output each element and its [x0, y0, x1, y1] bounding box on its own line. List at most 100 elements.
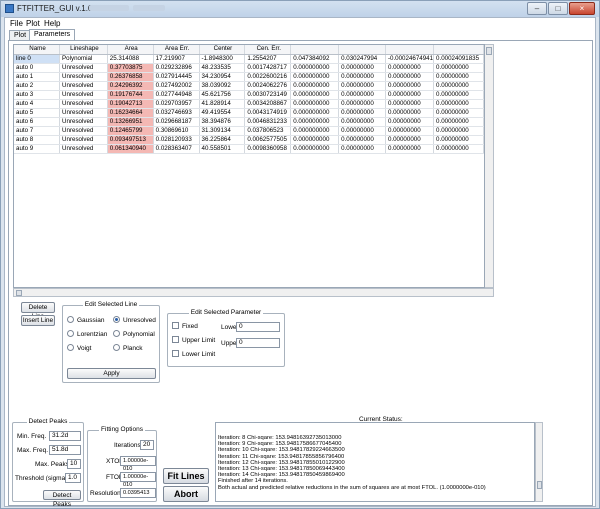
- table-cell[interactable]: auto 2: [14, 81, 61, 91]
- table-cell[interactable]: 0.032746693: [153, 108, 200, 118]
- status-scrollbar[interactable]: [535, 422, 543, 502]
- table-cell[interactable]: Unresolved: [59, 126, 108, 136]
- table-vertical-scrollbar[interactable]: [485, 44, 494, 288]
- table-cell[interactable]: 0.0017428717: [244, 63, 292, 73]
- table-cell[interactable]: auto 8: [14, 135, 61, 145]
- insert-line-button[interactable]: Insert Line: [21, 315, 55, 326]
- table-cell[interactable]: Unresolved: [59, 63, 108, 73]
- apply-button[interactable]: Apply: [67, 368, 156, 379]
- table-cell[interactable]: auto 0: [14, 63, 61, 73]
- radio-voigt[interactable]: Voigt: [67, 344, 91, 352]
- max-peaks-input[interactable]: 10: [67, 459, 81, 469]
- table-cell[interactable]: 0.0098360958: [244, 144, 292, 154]
- scroll-thumb[interactable]: [16, 290, 22, 296]
- table-cell[interactable]: -1.8948300: [199, 54, 246, 64]
- table-cell[interactable]: 0.037806523: [244, 126, 292, 136]
- radio-polynomial[interactable]: Polynomial: [113, 330, 155, 338]
- table-cell[interactable]: Unresolved: [59, 81, 108, 91]
- title-bar[interactable]: FTFITTER_GUI v.1.0 – □ ×: [1, 1, 599, 17]
- table-row[interactable]: line 0 Polynomial 25.314088 17.219907 -1.894…: [14, 54, 484, 64]
- minimize-button[interactable]: –: [527, 2, 547, 15]
- table-cell[interactable]: 0.00000000: [338, 108, 386, 118]
- radio-gaussian[interactable]: Gaussian: [67, 316, 104, 324]
- lower-limit-checkbox[interactable]: Lower Limit: [172, 350, 215, 358]
- table-cell[interactable]: 0.00000000: [385, 135, 435, 145]
- table-cell[interactable]: 49.419554: [199, 108, 246, 118]
- table-cell[interactable]: 0.00000000: [433, 90, 484, 100]
- table-cell[interactable]: 36.225864: [199, 135, 246, 145]
- fixed-checkbox[interactable]: Fixed: [172, 322, 198, 330]
- table-cell[interactable]: 0.0022600216: [244, 72, 292, 82]
- table-cell[interactable]: Unresolved: [59, 144, 108, 154]
- table-cell[interactable]: 0.0043174919: [244, 108, 292, 118]
- table-cell[interactable]: 0.028120933: [153, 135, 200, 145]
- table-cell[interactable]: 0.030247994: [338, 54, 386, 64]
- table-cell[interactable]: Unresolved: [59, 90, 108, 100]
- table-row[interactable]: auto 4 Unresolved 0.19042713 0.029703957 41.…: [14, 99, 484, 109]
- table-cell[interactable]: auto 6: [14, 117, 61, 127]
- radio-lorentzian[interactable]: Lorentzian: [67, 330, 107, 338]
- table-cell[interactable]: 0.061340940: [107, 144, 154, 154]
- table-cell[interactable]: 31.309134: [199, 126, 246, 136]
- table-cell[interactable]: 0.047384092: [290, 54, 340, 64]
- ftol-input[interactable]: 1.00000e-010: [120, 472, 156, 488]
- table-cell[interactable]: 0.30869610: [153, 126, 200, 136]
- column-header[interactable]: Center: [199, 45, 246, 55]
- fit-lines-button[interactable]: Fit Lines: [163, 468, 209, 484]
- table-cell[interactable]: auto 5: [14, 108, 61, 118]
- table-cell[interactable]: 0.12465799: [107, 126, 154, 136]
- delete-line-button[interactable]: Delete Line: [21, 302, 55, 320]
- table-cell[interactable]: 0.027914445: [153, 72, 200, 82]
- table-cell[interactable]: 0.00000000: [338, 99, 386, 109]
- iterations-input[interactable]: 20: [140, 440, 154, 450]
- abort-button[interactable]: Abort: [163, 486, 209, 502]
- table-row[interactable]: auto 5 Unresolved 0.16234664 0.032746693 49.…: [14, 108, 484, 118]
- table-cell[interactable]: 0.00000000: [385, 72, 435, 82]
- table-cell[interactable]: 0.0046831233: [244, 117, 292, 127]
- column-header[interactable]: Name: [14, 45, 61, 55]
- table-cell[interactable]: 1.2554207: [244, 54, 292, 64]
- table-cell[interactable]: Polynomial: [59, 54, 108, 64]
- table-cell[interactable]: 0.027744948: [153, 90, 200, 100]
- table-cell[interactable]: 0.00000000: [385, 144, 435, 154]
- detect-peaks-button[interactable]: Detect Peaks: [43, 490, 81, 508]
- close-button[interactable]: ×: [569, 2, 595, 15]
- table-cell[interactable]: 0.000000000: [290, 72, 340, 82]
- maximize-button[interactable]: □: [548, 2, 568, 15]
- table-cell[interactable]: 0.027492002: [153, 81, 200, 91]
- table-cell[interactable]: 38.039092: [199, 81, 246, 91]
- resolution-input[interactable]: 0.0395413: [120, 488, 156, 498]
- table-cell[interactable]: 0.00000000: [385, 63, 435, 73]
- table-cell[interactable]: 0.00000000: [385, 108, 435, 118]
- table-cell[interactable]: 0.000000000: [290, 81, 340, 91]
- table-cell[interactable]: 0.26376858: [107, 72, 154, 82]
- table-cell[interactable]: 34.230954: [199, 72, 246, 82]
- table-cell[interactable]: 0.24296392: [107, 81, 154, 91]
- table-cell[interactable]: 0.000000000: [290, 126, 340, 136]
- table-cell[interactable]: 41.828914: [199, 99, 246, 109]
- table-cell[interactable]: 0.00000000: [385, 81, 435, 91]
- column-header[interactable]: [290, 45, 340, 55]
- column-header[interactable]: [433, 45, 484, 55]
- xtol-input[interactable]: 1.00000e-010: [120, 456, 156, 472]
- table-cell[interactable]: 0.000000000: [290, 99, 340, 109]
- table-cell[interactable]: 0.00000000: [385, 90, 435, 100]
- table-cell[interactable]: 0.028363407: [153, 144, 200, 154]
- menu-help[interactable]: Help: [44, 19, 60, 28]
- table-cell[interactable]: 0.00000000: [433, 108, 484, 118]
- table-row[interactable]: auto 0 Unresolved 0.37703875 0.029232896 48.…: [14, 63, 484, 73]
- table-cell[interactable]: 0.000000000: [290, 108, 340, 118]
- table-cell[interactable]: 0.00000000: [338, 63, 386, 73]
- radio-planck[interactable]: Planck: [113, 344, 143, 352]
- table-cell[interactable]: 0.00000000: [433, 117, 484, 127]
- table-cell[interactable]: Unresolved: [59, 99, 108, 109]
- table-cell[interactable]: line 0: [14, 54, 61, 64]
- table-row[interactable]: auto 8 Unresolved 0.093497513 0.028120933 36…: [14, 135, 484, 145]
- max-freq-input[interactable]: 51.8d: [49, 445, 81, 455]
- table-cell[interactable]: 0.0062577505: [244, 135, 292, 145]
- table-cell[interactable]: 48.233535: [199, 63, 246, 73]
- table-cell[interactable]: 0.00000000: [433, 126, 484, 136]
- table-cell[interactable]: 0.000000000: [290, 117, 340, 127]
- table-cell[interactable]: 0.029668187: [153, 117, 200, 127]
- table-cell[interactable]: 45.621756: [199, 90, 246, 100]
